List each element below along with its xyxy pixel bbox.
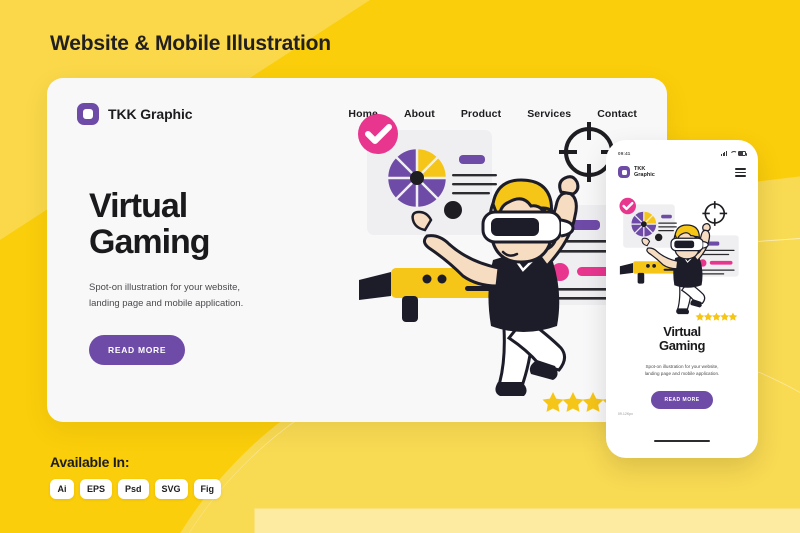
home-indicator-bar (654, 439, 710, 442)
format-badge-list: Ai EPS Psd SVG Fig (50, 479, 222, 499)
hamburger-menu-icon[interactable] (735, 167, 746, 177)
desktop-read-more-button[interactable]: READ MORE (89, 335, 186, 366)
available-label: Available In: (50, 454, 130, 470)
format-badge-eps[interactable]: EPS (80, 479, 113, 499)
format-badge-ai[interactable]: Ai (50, 479, 74, 499)
format-badge-svg[interactable]: SVG (154, 479, 188, 499)
phone-hero-title: Virtual Gaming (659, 324, 705, 354)
desktop-hero-title: Virtual Gaming (89, 187, 211, 262)
rounded-square-logo-icon (77, 103, 99, 125)
desktop-brand[interactable]: TKK Graphic (77, 103, 193, 125)
phone-micro-label: 09.12Kpx (618, 412, 634, 416)
phone-hero-text: Virtual Gaming Spot-on illustration for … (606, 324, 758, 410)
format-badge-fig[interactable]: Fig (193, 479, 222, 499)
phone-hero-subtitle: Spot-on illustration for your website, l… (644, 363, 720, 377)
phone-brand-name: TKK Graphic (634, 166, 655, 179)
desktop-brand-name: TKK Graphic (108, 106, 193, 122)
rounded-square-logo-icon (618, 166, 630, 179)
phone-brand[interactable]: TKK Graphic (618, 166, 655, 179)
phone-navbar: TKK Graphic (606, 166, 758, 179)
phone-status-bar: 09:41 (606, 147, 758, 159)
available-formats-section: Available In: Ai EPS Psd SVG Fig (50, 454, 222, 499)
phone-status-time: 09:41 (618, 150, 631, 156)
phone-read-more-button[interactable]: READ MORE (651, 391, 713, 410)
check-circle-icon (358, 114, 398, 154)
page-title: Website & Mobile Illustration (50, 32, 331, 55)
format-badge-psd[interactable]: Psd (118, 479, 149, 499)
desktop-hero-text: Virtual Gaming Spot-on illustration for … (89, 187, 339, 366)
desktop-mockup-card: TKK Graphic Home About Product Services … (47, 78, 667, 422)
wifi-icon (730, 151, 736, 156)
battery-icon (738, 151, 747, 156)
desktop-hero-subtitle: Spot-on illustration for your website, l… (89, 282, 244, 309)
signal-bars-icon (721, 150, 727, 156)
phone-mockup: 09:41 TKK Graphic Virtual Gaming Spot-on… (606, 140, 758, 458)
phone-illustration (612, 192, 754, 324)
phone-status-icons (721, 150, 747, 156)
